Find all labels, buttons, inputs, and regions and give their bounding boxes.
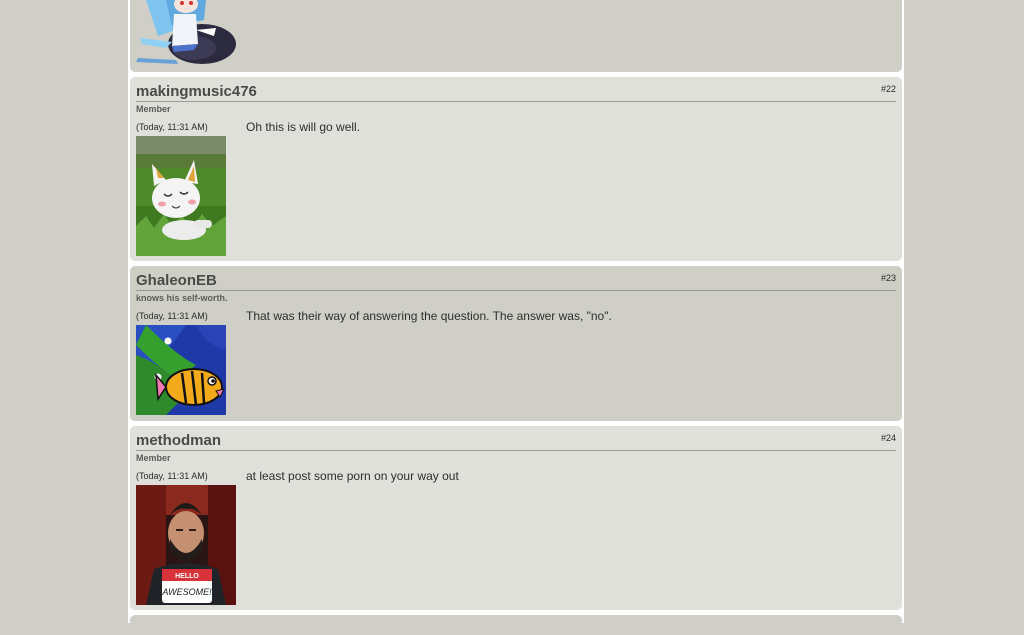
post-number-link[interactable]: #24 (881, 433, 896, 443)
post-message: That was their way of answering the ques… (246, 309, 612, 323)
post-username[interactable]: GhaleonEB (136, 272, 217, 289)
post-timestamp: (Today, 11:31 AM) (136, 471, 208, 481)
post-message: at least post some porn on your way out (246, 469, 459, 483)
post-header-divider (136, 290, 896, 291)
post-username[interactable]: makingmusic476 (136, 83, 257, 100)
post-header-divider (136, 450, 896, 451)
user-title: knows his self-worth. (136, 293, 228, 303)
post-number-link[interactable]: #23 (881, 273, 896, 283)
avatar[interactable] (136, 136, 226, 256)
thread-column: makingmusic476 #22 Member (Today, 11:31 … (128, 0, 904, 635)
post-timestamp: (Today, 11:31 AM) (136, 311, 208, 321)
avatar[interactable]: HELLO AWESOME! (136, 485, 236, 605)
post-24: methodman #24 Member (Today, 11:31 AM) a… (130, 426, 902, 610)
post-username[interactable]: methodman (136, 432, 221, 449)
badge-hello-text: HELLO (175, 573, 199, 580)
badge-name-text: AWESOME! (161, 587, 212, 597)
post-23: GhaleonEB #23 knows his self-worth. (Tod… (130, 266, 902, 421)
post-22: makingmusic476 #22 Member (Today, 11:31 … (130, 77, 902, 261)
post-message: Oh this is will go well. (246, 120, 361, 134)
next-post-tail (130, 615, 902, 635)
avatar[interactable] (136, 325, 226, 415)
previous-post-tail (130, 0, 902, 72)
post-header-divider (136, 101, 896, 102)
post-timestamp: (Today, 11:31 AM) (136, 122, 208, 132)
user-title: Member (136, 104, 171, 114)
user-title: Member (136, 453, 171, 463)
previous-post-avatar (136, 0, 236, 68)
post-number-link[interactable]: #22 (881, 84, 896, 94)
